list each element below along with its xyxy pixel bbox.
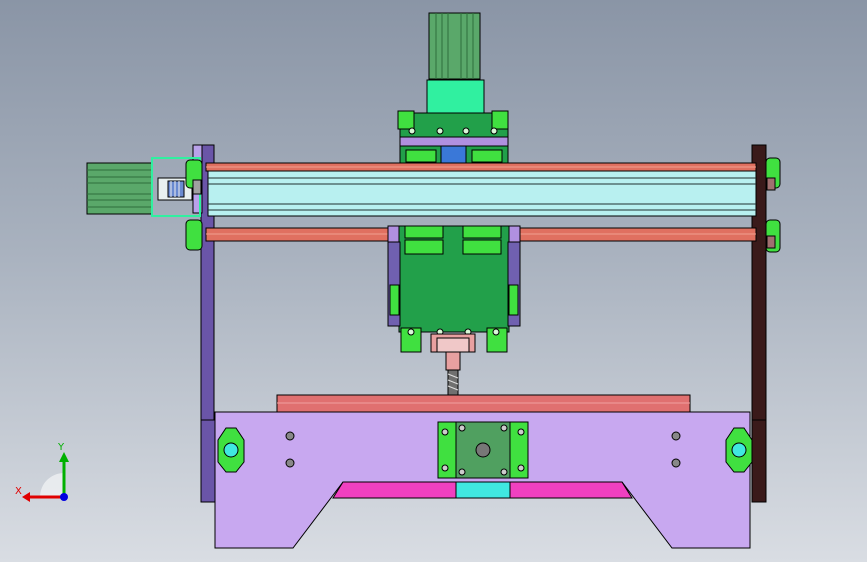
x-stepper-motor[interactable] [86,157,201,217]
gantry-beam[interactable] [207,170,757,217]
upper-linear-rail[interactable] [205,162,757,172]
cad-viewport[interactable]: Y X [0,0,867,562]
spindle-mount-plate[interactable] [387,225,521,353]
cnc-router-model[interactable] [0,0,867,562]
spindle[interactable] [430,333,476,397]
orientation-triad[interactable] [22,452,69,502]
y-axis-label: Y [58,442,65,453]
x-axis-label: X [15,486,22,497]
z-stepper-motor[interactable] [426,12,485,115]
right-rail-clamps [765,157,781,253]
y-stepper-motor[interactable] [437,421,529,479]
z-motor-mount[interactable] [397,110,509,148]
work-table[interactable] [276,394,691,413]
